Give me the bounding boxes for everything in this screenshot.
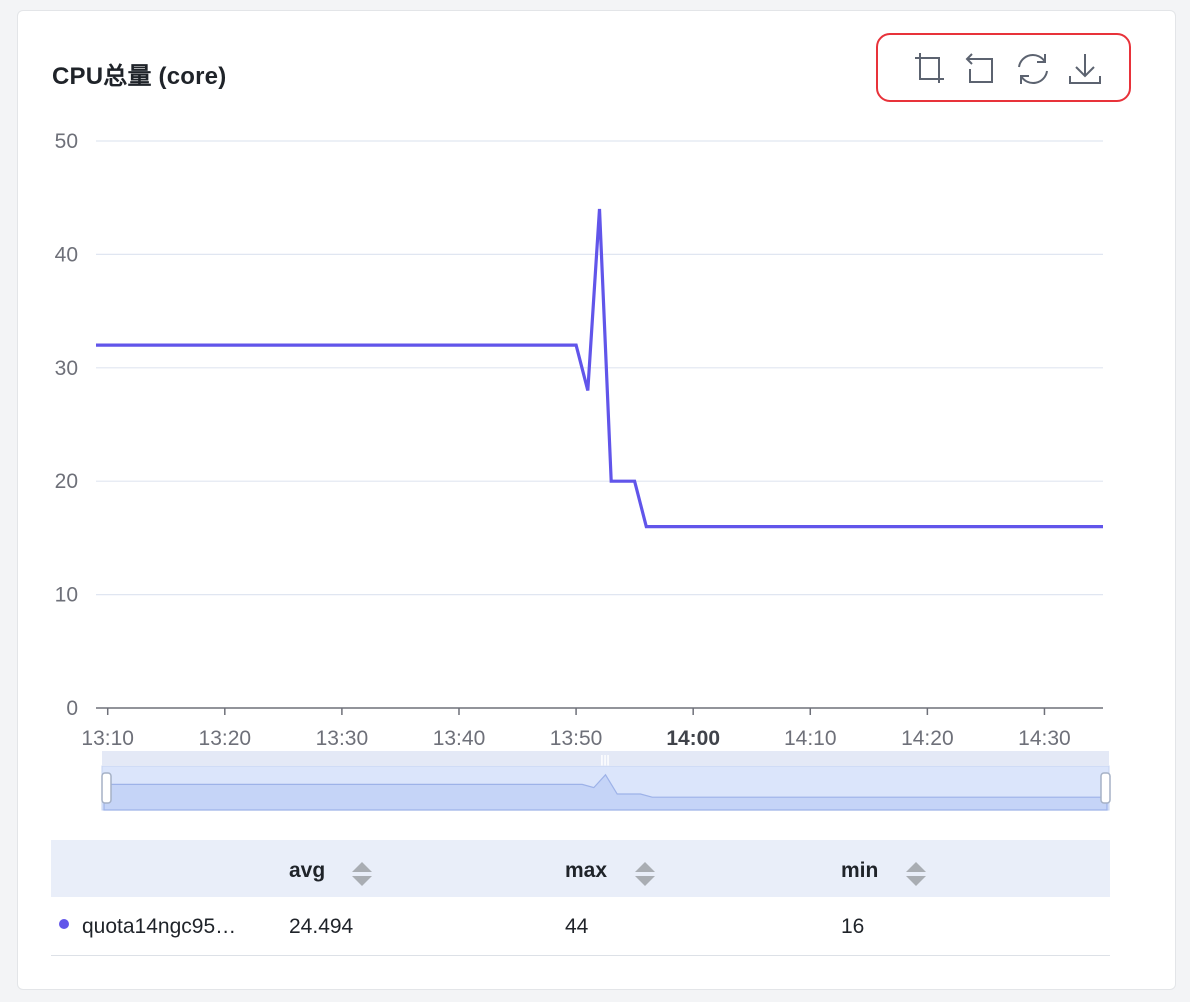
y-axis-ticks: 0 10 20 30 40 50 bbox=[55, 130, 78, 720]
sort-icon[interactable] bbox=[905, 860, 927, 888]
x-tick-label: 14:10 bbox=[784, 727, 837, 750]
x-tick-label: 14:00 bbox=[666, 727, 720, 750]
series-name: quota14ngc95… bbox=[82, 915, 237, 938]
line-chart: 0 10 20 30 40 50 13:10 13:20 13:30 13:40 13:50 14:… bbox=[55, 130, 1111, 811]
x-tick-label: 13:30 bbox=[316, 727, 369, 750]
sort-icon[interactable] bbox=[351, 860, 373, 888]
y-tick-label: 30 bbox=[55, 357, 78, 380]
col-header-max[interactable]: max bbox=[565, 859, 607, 883]
y-tick-label: 20 bbox=[55, 470, 78, 493]
sort-icon[interactable] bbox=[634, 860, 656, 888]
cell-min: 16 bbox=[841, 915, 865, 938]
x-tick-label: 14:20 bbox=[901, 727, 954, 750]
x-tick-label: 13:20 bbox=[199, 727, 252, 750]
stats-table: avg max min quota14ngc95… 24.494 44 16 bbox=[51, 840, 1110, 956]
cell-max: 44 bbox=[565, 915, 589, 938]
col-header-avg[interactable]: avg bbox=[289, 859, 325, 883]
y-tick-label: 0 bbox=[66, 697, 78, 720]
x-tick-label: 13:10 bbox=[81, 727, 134, 750]
cell-avg: 24.494 bbox=[289, 915, 354, 938]
y-tick-label: 40 bbox=[55, 243, 78, 266]
x-axis: 13:10 13:20 13:30 13:40 13:50 14:00 14:10 14:20… bbox=[81, 707, 1103, 750]
x-tick-label: 13:50 bbox=[550, 727, 603, 750]
legend-dot bbox=[59, 919, 69, 929]
zoom-handle-right[interactable] bbox=[1100, 772, 1111, 804]
grip-icon: ||| bbox=[600, 754, 609, 766]
x-tick-label: 14:30 bbox=[1018, 727, 1071, 750]
data-zoom-slider: ||| bbox=[101, 751, 1111, 811]
x-tick-label: 13:40 bbox=[433, 727, 486, 750]
y-tick-label: 10 bbox=[55, 584, 78, 607]
y-tick-label: 50 bbox=[55, 130, 78, 153]
col-header-min[interactable]: min bbox=[841, 859, 878, 883]
table-header: avg max min bbox=[51, 840, 1110, 897]
zoom-handle-left[interactable] bbox=[101, 772, 112, 804]
table-row[interactable]: quota14ngc95… 24.494 44 16 bbox=[51, 897, 1110, 956]
